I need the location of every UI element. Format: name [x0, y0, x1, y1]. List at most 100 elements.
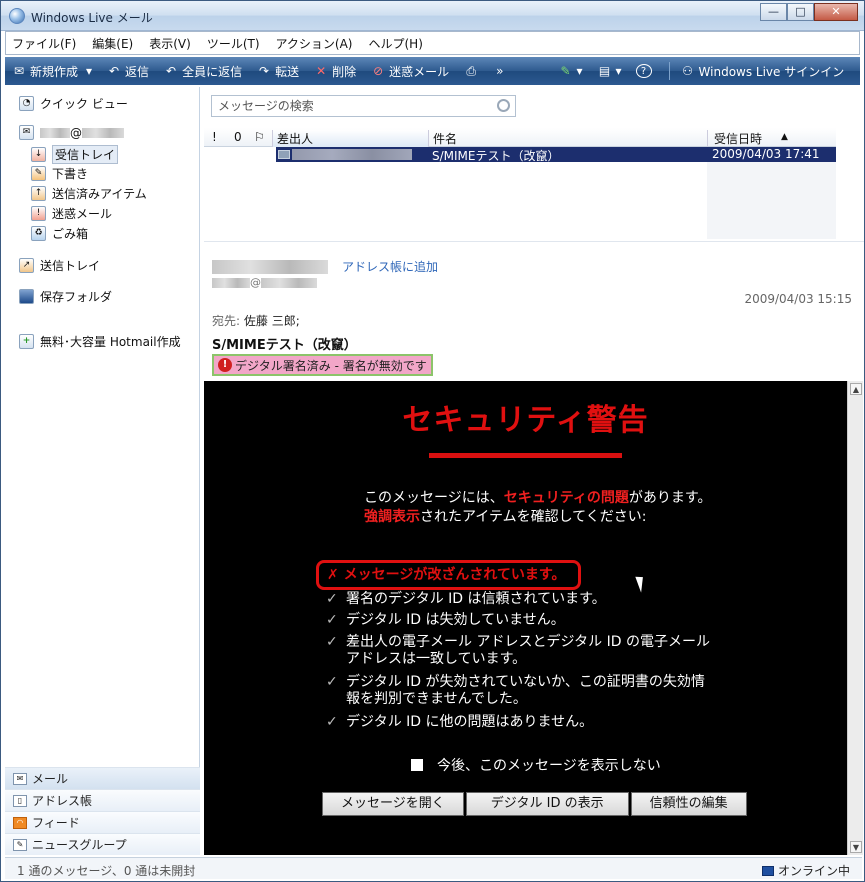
col-received[interactable]: 受信日時: [707, 130, 762, 147]
nav-newsgroups[interactable]: ✎ ニュースグループ: [5, 833, 200, 855]
x-mark-icon: ✗: [327, 567, 344, 583]
signature-status-bar[interactable]: ! デジタル署名済み - 署名が無効です: [212, 354, 433, 376]
signature-status-text: デジタル署名済み - 署名が無効です: [235, 358, 427, 373]
sidebar-item-quick-views[interactable]: ◔ クイック ビュー: [19, 95, 128, 112]
sender-redacted: [292, 149, 412, 160]
junk-label: 迷惑メール: [52, 207, 113, 221]
contacts-icon: ▯: [13, 794, 27, 807]
account-domain-redacted: [82, 127, 124, 138]
search-placeholder: メッセージの検索: [218, 99, 314, 113]
signin-button[interactable]: ⚇ Windows Live サインイン: [680, 63, 845, 80]
check-icon: ✓: [326, 674, 338, 690]
new-button[interactable]: ✉ 新規作成 ▾: [11, 63, 92, 80]
sent-label: 送信済みアイテム: [52, 187, 147, 201]
help-button[interactable]: ?: [635, 64, 655, 78]
security-message: このメッセージには、セキュリティの問題があります。 強調表示されたアイテムを確認…: [364, 489, 712, 527]
to-label: 宛先:: [212, 314, 241, 328]
menu-options-button[interactable]: ▤ ▾: [597, 64, 622, 78]
scroll-up-icon[interactable]: ▲: [850, 383, 862, 395]
scroll-down-icon[interactable]: ▼: [850, 841, 862, 853]
col-importance[interactable]: !: [212, 130, 217, 144]
junk-button[interactable]: ⊘ 迷惑メール: [370, 63, 449, 80]
sent-items-icon: ↑: [31, 186, 46, 201]
tampered-alert: ✗ メッセージが改ざんされています。: [316, 560, 581, 590]
col-subject[interactable]: 件名: [428, 130, 457, 147]
close-button[interactable]: ✕: [814, 3, 858, 21]
folder-pane: ◔ クイック ビュー ✉ @ ↓ 受信トレイ ✎ 下書き ↑ 送信済みアイテム …: [5, 87, 200, 855]
message-header: アドレス帳に追加 @ 2009/04/03 15:15 宛先: 佐藤 三郎; S…: [204, 241, 864, 381]
tampered-text: メッセージが改ざんされています。: [343, 567, 566, 583]
nav-feeds[interactable]: ◠ フィード: [5, 811, 200, 833]
print-icon: ⎙: [466, 64, 476, 78]
col-from[interactable]: 差出人: [272, 130, 428, 147]
sidebar-item-storage[interactable]: 保存フォルダ: [19, 288, 112, 305]
sidebar-account[interactable]: ✉ @: [19, 125, 124, 140]
forward-button[interactable]: ↷ 転送: [256, 63, 299, 80]
online-icon: [761, 865, 774, 876]
nav-mail[interactable]: ✉ メール: [5, 767, 200, 789]
app-window: Windows Live メール — □ ✕ ファイル(F) 編集(E) 表示(…: [0, 0, 865, 882]
nav-contacts-label: アドレス帳: [32, 794, 93, 808]
title-underline: [429, 453, 622, 458]
line2-highlight: 強調表示: [364, 509, 420, 525]
reply-icon: ↶: [109, 64, 120, 78]
mail-icon: ✉: [13, 772, 27, 785]
dont-show-checkbox[interactable]: [411, 759, 423, 771]
sidebar-item-hotmail[interactable]: + 無料･大容量 Hotmail作成: [19, 333, 181, 350]
dont-show-label: 今後、このメッセージを表示しない: [437, 758, 661, 774]
table-row[interactable]: S/MIMEテスト（改竄） 2009/04/03 17:41: [276, 147, 836, 163]
search-icon[interactable]: [497, 99, 510, 112]
online-status[interactable]: オンライン中: [761, 862, 850, 879]
sidebar-item-outbox[interactable]: ↗ 送信トレイ: [19, 257, 100, 274]
menu-file[interactable]: ファイル(F): [12, 35, 76, 52]
more-button[interactable]: »: [496, 64, 503, 78]
preview-scrollbar[interactable]: ▲ ▼: [847, 381, 863, 855]
col-attachment[interactable]: 0: [234, 130, 242, 144]
inbox-icon: ↓: [31, 147, 46, 162]
menu-help[interactable]: ヘルプ(H): [369, 35, 423, 52]
signin-label: Windows Live サインイン: [698, 64, 845, 79]
view-digital-id-button[interactable]: デジタル ID の表示: [465, 792, 629, 816]
delete-icon: ✕: [316, 64, 327, 78]
reply-button[interactable]: ↶ 返信: [106, 63, 149, 80]
sidebar-item-inbox[interactable]: ↓ 受信トレイ: [31, 145, 119, 164]
junk-folder-icon: !: [31, 206, 46, 221]
account-name-redacted: [40, 127, 70, 138]
nav-newsgroups-label: ニュースグループ: [32, 838, 127, 852]
open-message-button[interactable]: メッセージを開く: [322, 792, 464, 816]
security-warning-panel: セキュリティ警告 このメッセージには、セキュリティの問題があります。 強調表示さ…: [204, 381, 847, 855]
check-icon: ✓: [326, 612, 338, 628]
sidebar-item-junk[interactable]: ! 迷惑メール: [31, 205, 112, 222]
color-button[interactable]: ✎ ▾: [557, 64, 582, 78]
account-at: @: [70, 125, 82, 140]
print-button[interactable]: ⎙: [463, 64, 482, 78]
menu-edit[interactable]: 編集(E): [92, 35, 133, 52]
line1-post: があります。: [628, 490, 712, 506]
forward-icon: ↷: [259, 64, 270, 78]
sidebar-item-deleted[interactable]: ♻ ごみ箱: [31, 225, 88, 242]
sort-ascending-icon: ▲: [781, 132, 788, 142]
outbox-label: 送信トレイ: [40, 259, 101, 273]
minimize-button[interactable]: —: [760, 3, 787, 21]
message-search-input[interactable]: メッセージの検索: [211, 95, 516, 117]
maximize-button[interactable]: □: [787, 3, 814, 21]
col-flag[interactable]: ⚐: [254, 130, 265, 144]
dont-show-again[interactable]: 今後、このメッセージを表示しない: [411, 755, 661, 775]
add-to-contacts-link[interactable]: アドレス帳に追加: [342, 258, 438, 275]
menu-view[interactable]: 表示(V): [149, 35, 191, 52]
menu-tools[interactable]: ツール(T): [207, 35, 260, 52]
invalid-signature-icon: !: [218, 358, 232, 372]
message-subject: S/MIMEテスト（改竄）: [212, 338, 357, 353]
menu-actions[interactable]: アクション(A): [276, 35, 353, 52]
reply-all-button[interactable]: ↶ 全員に返信: [163, 63, 242, 80]
delete-button[interactable]: ✕ 削除: [313, 63, 356, 80]
sidebar-item-drafts[interactable]: ✎ 下書き: [31, 165, 88, 182]
nav-contacts[interactable]: ▯ アドレス帳: [5, 789, 200, 811]
reply-all-icon: ↶: [166, 64, 177, 78]
line1-highlight: セキュリティの問題: [503, 490, 629, 506]
new-dropdown-arrow-icon[interactable]: ▾: [86, 64, 92, 78]
sidebar-item-sent[interactable]: ↑ 送信済みアイテム: [31, 185, 147, 202]
outbox-icon: ↗: [19, 258, 34, 273]
edit-trust-button[interactable]: 信頼性の編集: [630, 792, 747, 816]
windows-live-people-icon: ⚇: [682, 64, 693, 78]
